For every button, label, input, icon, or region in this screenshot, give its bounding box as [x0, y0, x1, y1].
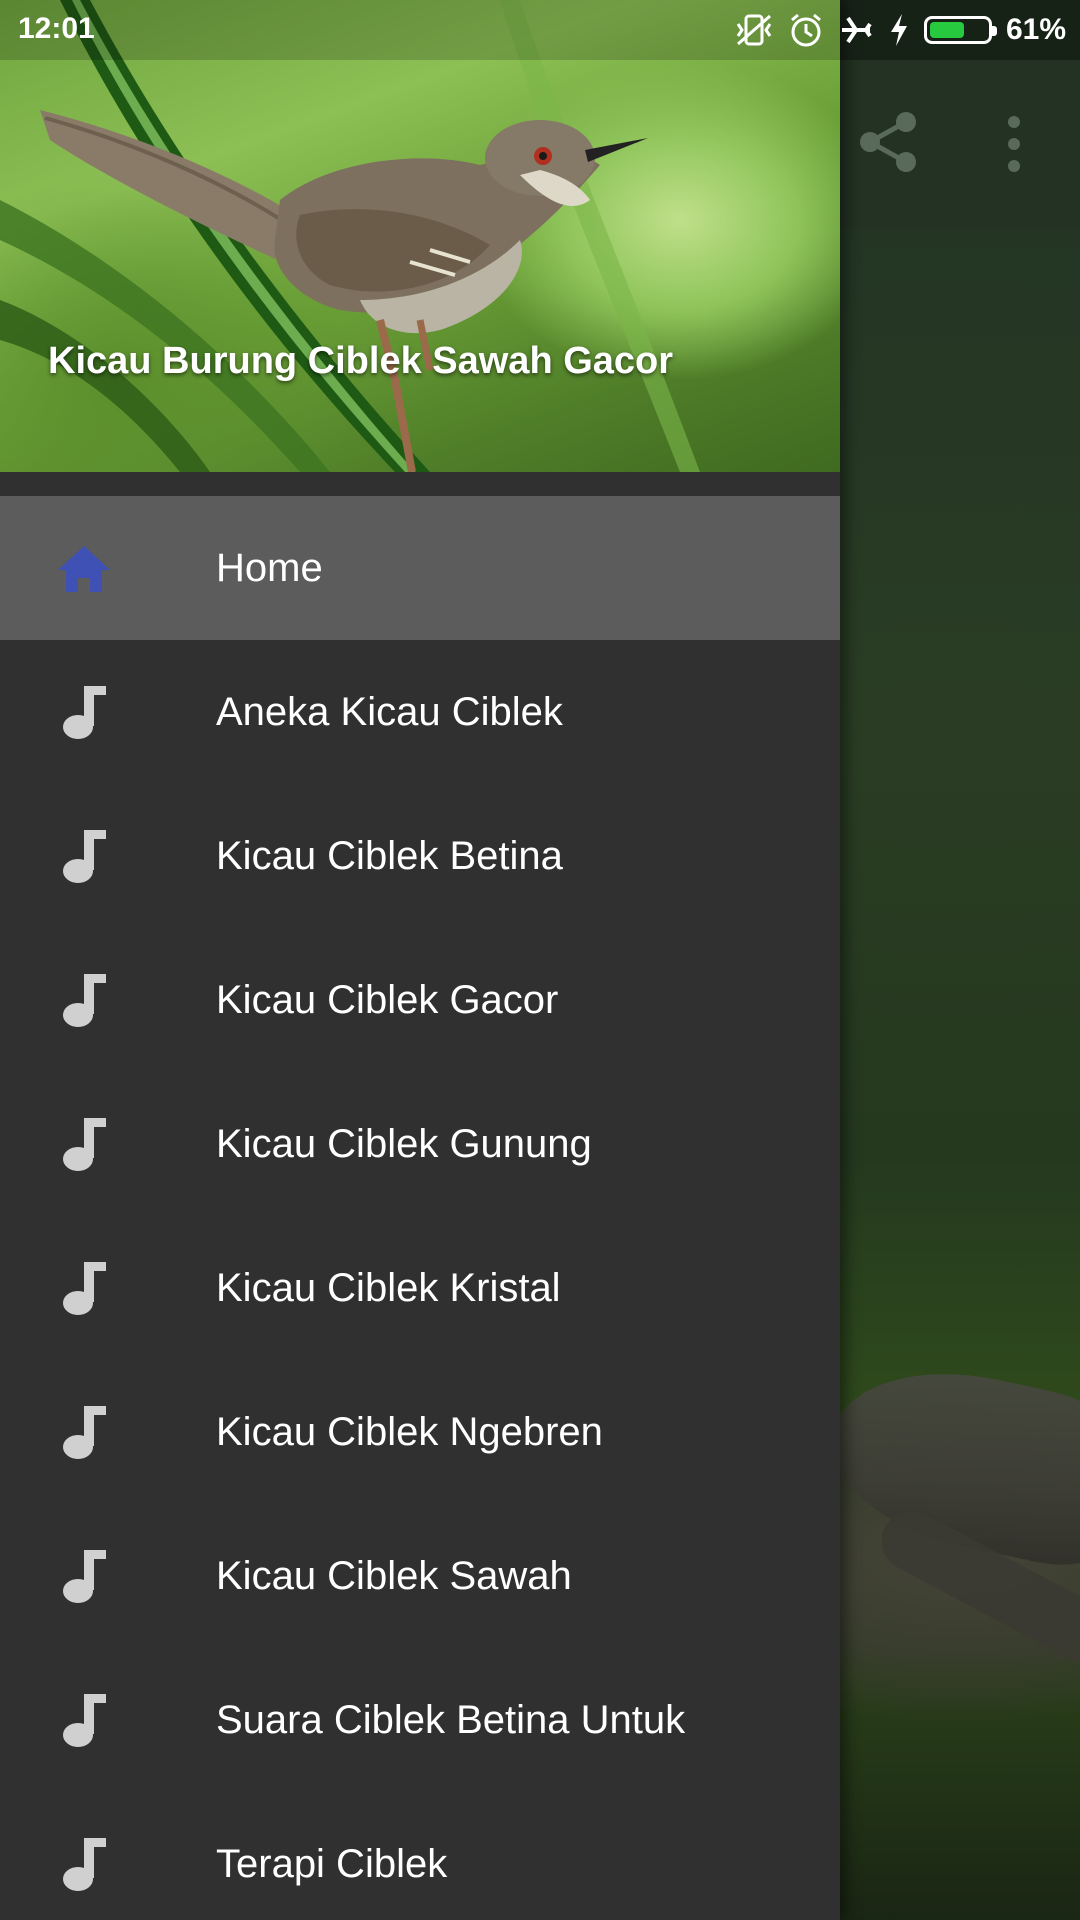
- drawer-item-aneka-kicau-ciblek[interactable]: Aneka Kicau Ciblek: [0, 640, 840, 784]
- music-note-icon: [63, 974, 106, 1027]
- charging-bolt-icon: [890, 14, 907, 46]
- vibrate-off-icon: [736, 14, 772, 46]
- drawer-header-title: Kicau Burung Ciblek Sawah Gacor: [48, 340, 674, 382]
- share-icon[interactable]: [858, 110, 920, 174]
- drawer-menu: Home Aneka Kicau Ciblek Kicau Ciblek Bet…: [0, 496, 840, 1920]
- drawer-item-kicau-ciblek-gacor[interactable]: Kicau Ciblek Gacor: [0, 928, 840, 1072]
- music-note-icon: [63, 686, 106, 739]
- music-note-icon: [63, 1262, 106, 1315]
- drawer-item-kicau-ciblek-gunung[interactable]: Kicau Ciblek Gunung: [0, 1072, 840, 1216]
- battery-icon: [923, 16, 997, 44]
- music-note-icon: [63, 1550, 106, 1603]
- music-note-icon: [63, 1406, 106, 1459]
- status-icons: 61%: [734, 10, 1066, 50]
- drawer-item-home[interactable]: Home: [0, 496, 840, 640]
- drawer-item-terapi-ciblek[interactable]: Terapi Ciblek: [0, 1792, 840, 1920]
- airplane-mode-icon: [841, 16, 872, 44]
- navigation-drawer: Kicau Burung Ciblek Sawah Gacor Home Ane…: [0, 0, 840, 1920]
- music-note-icon: [63, 1838, 106, 1891]
- drawer-header: Kicau Burung Ciblek Sawah Gacor: [0, 0, 840, 472]
- music-note-icon: [63, 1118, 106, 1171]
- battery-percent: 61%: [1005, 13, 1066, 46]
- header-bird-image: [0, 0, 700, 472]
- drawer-item-label: Kicau Ciblek Betina: [216, 833, 563, 878]
- alarm-icon: [790, 13, 821, 47]
- drawer-item-label: Kicau Ciblek Gunung: [216, 1121, 592, 1166]
- music-note-icon: [63, 1694, 106, 1747]
- home-icon: [58, 546, 110, 592]
- more-vert-icon[interactable]: [1000, 116, 1028, 172]
- drawer-item-kicau-ciblek-kristal[interactable]: Kicau Ciblek Kristal: [0, 1216, 840, 1360]
- drawer-item-suara-ciblek-betina-untuk[interactable]: Suara Ciblek Betina Untuk: [0, 1648, 840, 1792]
- app-screen: Kicau Burung Ciblek Sawah Gacor Home Ane…: [0, 0, 1080, 1920]
- status-time: 12:01: [18, 12, 95, 45]
- drawer-item-label: Home: [216, 545, 323, 590]
- drawer-item-kicau-ciblek-sawah[interactable]: Kicau Ciblek Sawah: [0, 1504, 840, 1648]
- drawer-item-kicau-ciblek-betina[interactable]: Kicau Ciblek Betina: [0, 784, 840, 928]
- drawer-item-label: Aneka Kicau Ciblek: [216, 689, 563, 734]
- drawer-item-label: Kicau Ciblek Gacor: [216, 977, 559, 1022]
- drawer-item-label: Kicau Ciblek Sawah: [216, 1553, 572, 1598]
- drawer-item-kicau-ciblek-ngebren[interactable]: Kicau Ciblek Ngebren: [0, 1360, 840, 1504]
- drawer-item-label: Kicau Ciblek Ngebren: [216, 1409, 603, 1454]
- status-bar: 12:01 61%: [0, 0, 1080, 60]
- battery-fill: [929, 22, 965, 38]
- music-note-icon: [63, 830, 106, 883]
- drawer-item-label: Terapi Ciblek: [216, 1841, 448, 1886]
- drawer-item-label: Kicau Ciblek Kristal: [216, 1265, 561, 1310]
- drawer-item-label: Suara Ciblek Betina Untuk: [216, 1697, 686, 1742]
